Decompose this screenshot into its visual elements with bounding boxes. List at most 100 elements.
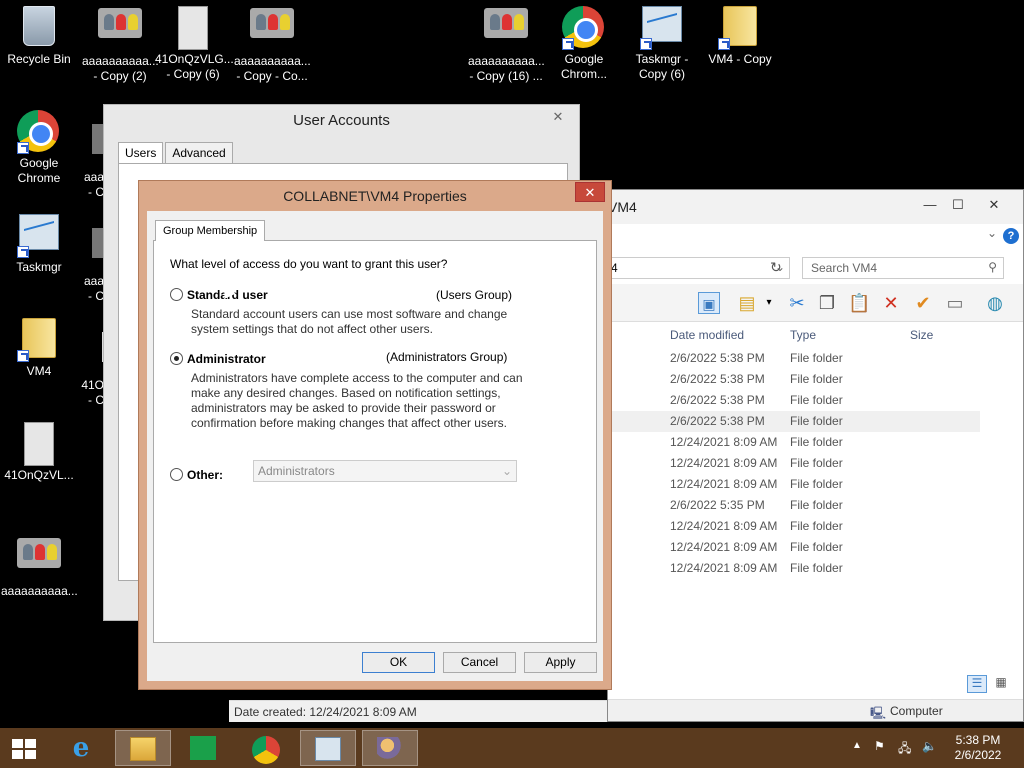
taskbar-user-accounts[interactable] (362, 730, 418, 766)
maximize-icon[interactable]: ☐ (943, 196, 973, 214)
rename-icon[interactable]: ▭ (944, 292, 966, 314)
chevron-down-icon[interactable]: ▾ (758, 292, 780, 314)
taskbar-file-explorer[interactable] (115, 730, 171, 766)
preview-pane-icon[interactable]: ▣ (698, 292, 720, 314)
desktop-icon-partial-2[interactable]: aaa - C (64, 218, 112, 304)
tab-group-membership[interactable]: Group Membership (155, 220, 266, 241)
dialog-body: Group Membership What level of access do… (147, 211, 603, 681)
other-radio[interactable] (170, 468, 183, 481)
shortcut-arrow-icon (17, 142, 29, 154)
table-row[interactable]: 12/24/2021 8:09 AM File folder (608, 474, 980, 495)
robot-image-icon (178, 6, 208, 50)
close-button[interactable]: ✕ (575, 182, 605, 202)
apply-button[interactable]: Apply (524, 652, 597, 673)
administrators-group-label: (Administrators Group) (386, 350, 508, 364)
address-bar[interactable]: 4 ⌄ (608, 257, 790, 279)
close-icon[interactable]: ✕ (543, 108, 573, 126)
desktop-icon-amongus-copy-2[interactable]: aaaaaaaaaa... - Copy (2) (82, 0, 159, 84)
details-view-icon[interactable]: ☰ (967, 675, 987, 693)
shortcut-arrow-icon (562, 38, 574, 50)
desktop-icon-amongus-copy-16[interactable]: aaaaaaaaaa... - Copy (16) ... (468, 0, 545, 84)
standard-user-radio[interactable] (170, 288, 183, 301)
explorer-toolbar: ▣ ▤ ▾ ✂ ❐ 📋 ✕ ✔ ▭ ◍ (608, 284, 1023, 322)
network-icon[interactable]: 🖧 (898, 739, 911, 760)
table-row[interactable]: 2/6/2022 5:38 PM File folder (608, 348, 980, 369)
table-row[interactable]: 12/24/2021 8:09 AM File folder (608, 516, 980, 537)
desktop-icon-amongus-copy-copy[interactable]: aaaaaaaaaa... - Copy - Co... (234, 0, 311, 84)
folder-options-icon[interactable]: ▤ (736, 292, 758, 314)
window-title: User Accounts (293, 112, 390, 129)
amongus-image-icon (98, 8, 142, 38)
desktop-icon-label: aaaaaaaaaa... - Copy (16) ... (468, 54, 545, 83)
row-date: 12/24/2021 8:09 AM (670, 477, 778, 491)
checkmark-icon[interactable]: ✔ (912, 292, 934, 314)
shortcut-arrow-icon (17, 350, 29, 362)
large-icons-view-icon[interactable]: ▦ (991, 675, 1011, 693)
tab-advanced[interactable]: Advanced (165, 142, 233, 164)
desktop-icon-amongus[interactable]: aaaaaaaaaa... (1, 530, 78, 599)
recycle-bin-icon (23, 6, 55, 46)
desktop-icon-robot[interactable]: 41OnQzVL... (1, 416, 77, 483)
delete-icon[interactable]: ✕ (880, 292, 902, 314)
desktop-icon-partial-3[interactable]: 41O - C (64, 322, 112, 408)
other-label[interactable]: Other: (187, 468, 223, 482)
copy-icon[interactable]: ❐ (816, 292, 838, 314)
search-input[interactable]: Search VM4 ⚲ (802, 257, 1004, 279)
help-icon[interactable]: ? (1003, 228, 1019, 244)
desktop-icon-label: 41OnQzVL... (4, 468, 74, 482)
chevron-down-icon[interactable]: ⌄ (987, 226, 997, 240)
desktop-icon-recycle-bin[interactable]: Recycle Bin (1, 0, 77, 67)
shell-icon[interactable]: ◍ (984, 292, 1006, 314)
start-button[interactable] (0, 730, 48, 766)
computer-icon: 🖳 (870, 706, 887, 720)
taskbar-clock[interactable]: 5:38 PM 2/6/2022 (946, 733, 1010, 763)
tab-users[interactable]: Users (118, 142, 164, 164)
table-row[interactable]: 2/6/2022 5:38 PM File folder (608, 411, 980, 432)
desktop-icon-vm4-copy[interactable]: VM4 - Copy (702, 0, 778, 67)
show-hidden-icons-chevron-icon[interactable]: ▲ (852, 740, 862, 751)
table-row[interactable]: 12/24/2021 8:09 AM File folder (608, 453, 980, 474)
administrator-radio[interactable] (170, 352, 183, 365)
row-date: 2/6/2022 5:35 PM (670, 498, 765, 512)
column-type[interactable]: Type (790, 328, 816, 342)
minimize-icon[interactable]: — (915, 196, 945, 214)
desktop-icon-partial-1[interactable]: aaa - C (64, 114, 112, 200)
taskbar-task-manager[interactable] (300, 730, 356, 766)
row-date: 12/24/2021 8:09 AM (670, 540, 778, 554)
paste-icon[interactable]: 📋 (848, 292, 870, 314)
group-select[interactable]: Administrators ⌄ (253, 460, 517, 482)
row-type: File folder (790, 393, 843, 407)
cut-icon[interactable]: ✂ (786, 292, 808, 314)
table-row[interactable]: 12/24/2021 8:09 AM File folder (608, 537, 980, 558)
table-row[interactable]: 2/6/2022 5:35 PM File folder (608, 495, 980, 516)
column-size[interactable]: Size (910, 328, 933, 342)
status-date-created: Date created: 12/24/2021 8:09 AM (234, 705, 417, 719)
table-row[interactable]: 2/6/2022 5:38 PM File folder (608, 369, 980, 390)
taskbar-store[interactable] (176, 730, 232, 766)
desktop-icon-google-chrome-copy[interactable]: Google Chrom... (546, 0, 622, 82)
close-icon[interactable]: ✕ (979, 196, 1009, 214)
action-center-flag-icon[interactable]: ⚑ (874, 739, 885, 753)
administrator-label[interactable]: Administrator (187, 352, 266, 366)
taskbar-internet-explorer[interactable]: e (54, 730, 110, 766)
taskmgr-icon (19, 214, 59, 250)
taskmgr-icon (315, 737, 341, 761)
chevron-down-icon: ⌄ (501, 464, 512, 478)
ok-button[interactable]: OK (362, 652, 435, 673)
table-row[interactable]: 12/24/2021 8:09 AM File folder (608, 558, 980, 579)
desktop-icon-robot-copy-6[interactable]: 41OnQzVLG... - Copy (6) (155, 0, 234, 82)
table-row[interactable]: 12/24/2021 8:09 AM File folder (608, 432, 980, 453)
desktop-icon-label: Taskmgr - Copy (6) (635, 52, 689, 81)
internet-explorer-icon: e (72, 733, 90, 763)
taskbar: e ▲ ⚑ 🖧 🔈 5:38 PM 2/6/2022 (0, 728, 1024, 768)
row-type: File folder (790, 351, 843, 365)
desktop-icon-taskmgr-copy-6[interactable]: Taskmgr - Copy (6) (624, 0, 700, 82)
window-title: VM4 (608, 199, 637, 215)
volume-icon[interactable]: 🔈 (922, 739, 937, 753)
address-text: 4 (611, 261, 618, 275)
table-row[interactable]: 2/6/2022 5:38 PM File folder (608, 390, 980, 411)
refresh-icon[interactable]: ↻ (770, 259, 782, 276)
cancel-button[interactable]: Cancel (443, 652, 516, 673)
column-date-modified[interactable]: Date modified (670, 328, 744, 342)
taskbar-chrome[interactable] (238, 730, 294, 766)
